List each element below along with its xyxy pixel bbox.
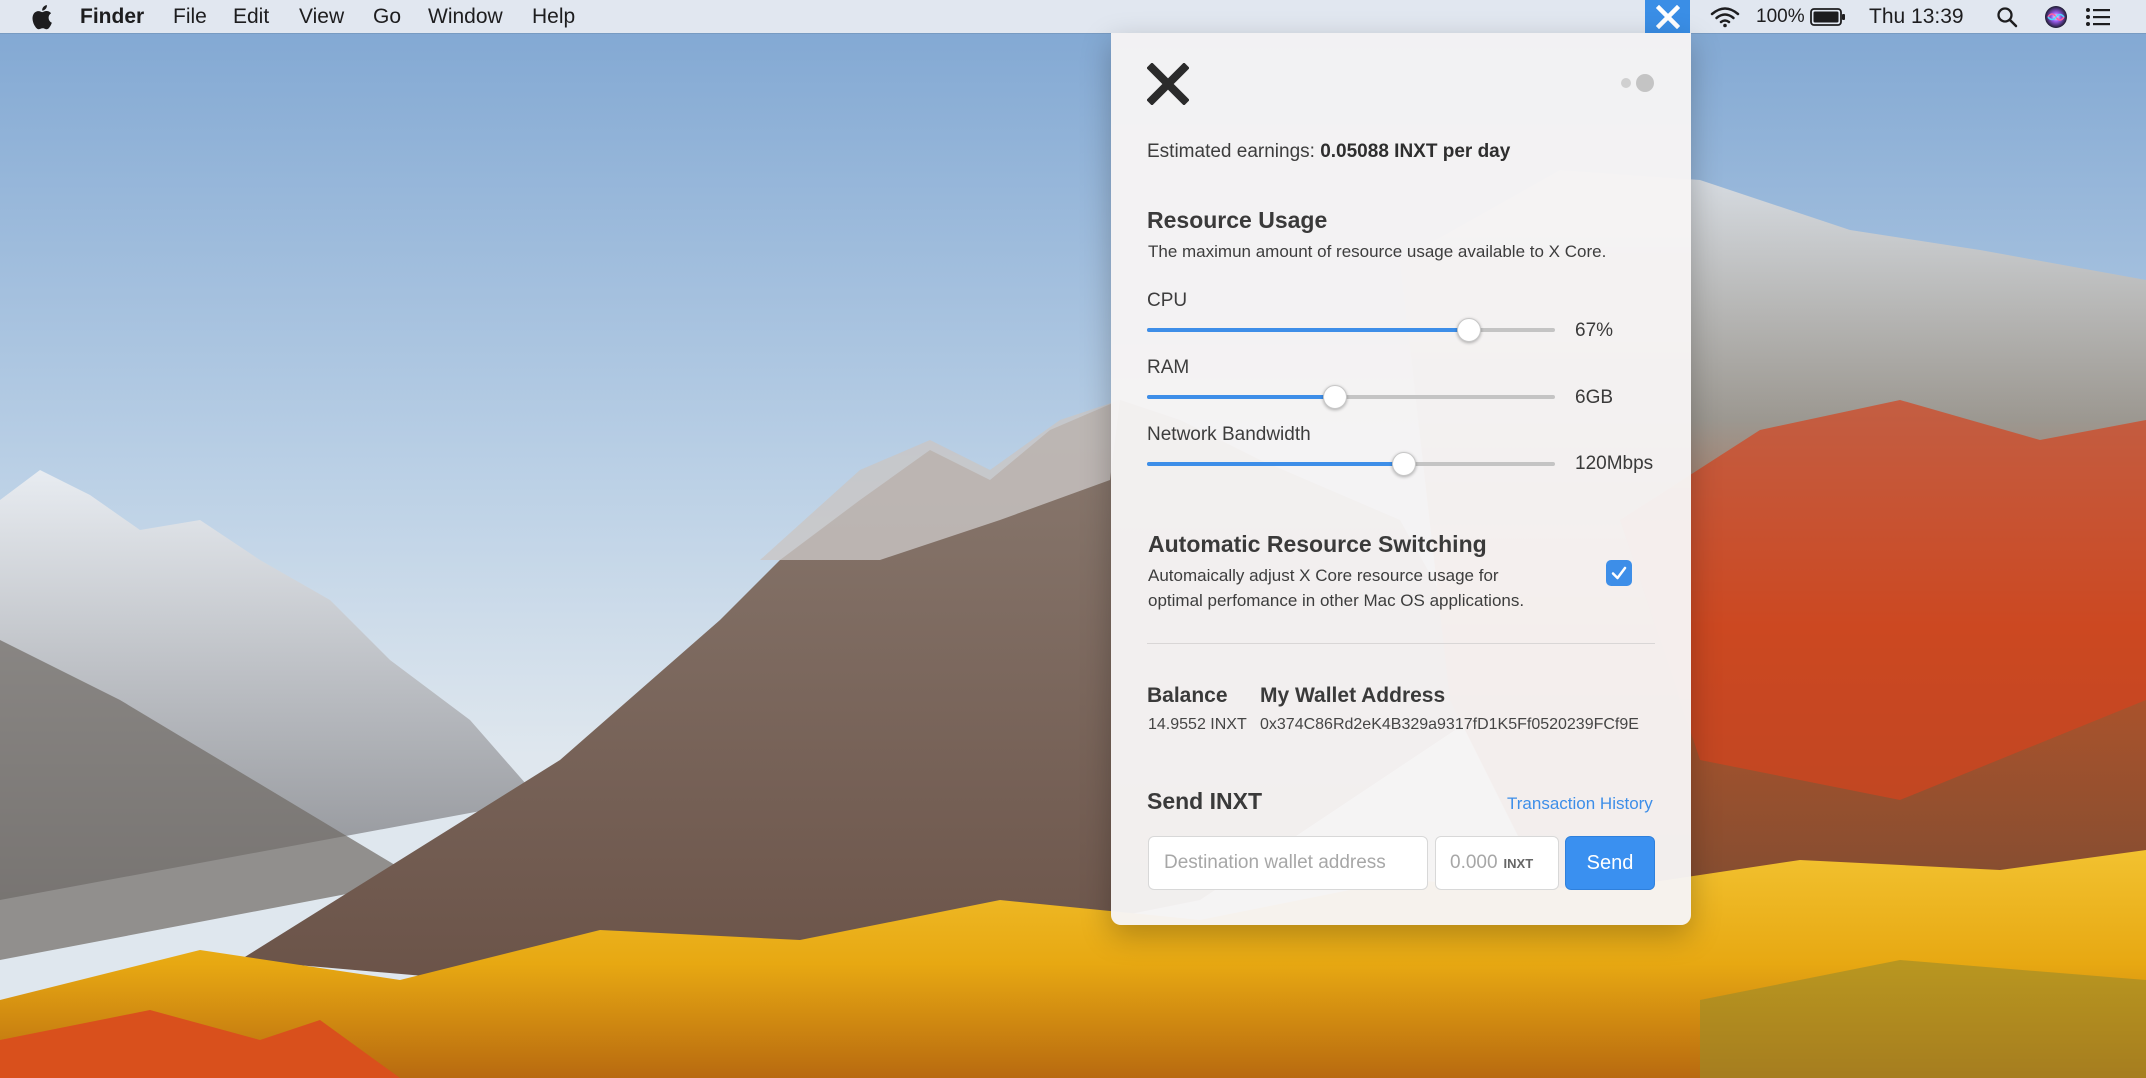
transaction-history-link[interactable]: Transaction History — [1507, 794, 1653, 814]
send-button[interactable]: Send — [1565, 836, 1655, 890]
ram-value: 6GB — [1575, 387, 1614, 408]
battery-icon[interactable] — [1810, 8, 1846, 26]
ram-slider-fill — [1147, 395, 1335, 399]
menu-edit[interactable]: Edit — [233, 4, 269, 30]
auto-switching-description-line2: optimal perfomance in other Mac OS appli… — [1148, 591, 1525, 610]
siri-icon[interactable] — [2044, 5, 2068, 29]
network-bandwidth-slider-thumb[interactable] — [1392, 452, 1417, 476]
earnings-value: 0.05088 INXT per day — [1320, 141, 1511, 162]
x-core-icon — [1655, 4, 1680, 29]
balance-label: Balance — [1147, 684, 1228, 707]
menu-help[interactable]: Help — [532, 4, 575, 30]
wallet-address-label: My Wallet Address — [1260, 684, 1446, 707]
x-core-logo — [1147, 63, 1189, 105]
amount-unit: INXT — [1503, 855, 1534, 871]
search-icon[interactable] — [1996, 6, 2018, 28]
ram-slider[interactable] — [1147, 385, 1555, 409]
cpu-slider-fill — [1147, 328, 1470, 332]
network-bandwidth-slider[interactable] — [1147, 452, 1555, 476]
auto-switching-checkbox[interactable] — [1606, 560, 1632, 586]
destination-wallet-placeholder: Destination wallet address — [1164, 852, 1386, 873]
network-bandwidth-label: Network Bandwidth — [1147, 424, 1311, 445]
send-inxt-title: Send INXT — [1147, 788, 1263, 814]
earnings-label: Estimated earnings: — [1147, 141, 1315, 162]
menu-view[interactable]: View — [299, 4, 344, 30]
resource-usage-description: The maximun amount of resource usage ava… — [1148, 242, 1607, 261]
cpu-slider[interactable] — [1147, 318, 1555, 342]
notification-center-icon[interactable] — [2085, 7, 2111, 27]
cpu-slider-thumb[interactable] — [1457, 318, 1482, 342]
cpu-label: CPU — [1147, 290, 1188, 311]
menu-bar: Finder File Edit View Go Window Help 100… — [0, 0, 2146, 33]
wallet-address-value[interactable]: 0x374C86Rd2eK4B329a9317fD1K5Ff0520239FCf… — [1260, 716, 1639, 734]
x-core-status-button[interactable] — [1645, 0, 1690, 33]
auto-switching-title: Automatic Resource Switching — [1148, 531, 1487, 557]
battery-percent: 100% — [1756, 6, 1805, 27]
settings-toggle-icon[interactable] — [1617, 71, 1657, 95]
resource-usage-title: Resource Usage — [1147, 207, 1328, 233]
network-bandwidth-value: 120Mbps — [1575, 453, 1654, 474]
estimated-earnings: Estimated earnings: 0.05088 INXT per day — [1147, 141, 1510, 163]
desktop-wallpaper — [0, 0, 2146, 1078]
auto-switching-description-line1: Automaically adjust X Core resource usag… — [1148, 566, 1499, 585]
section-divider — [1147, 643, 1655, 644]
menu-file[interactable]: File — [173, 4, 207, 30]
ram-slider-thumb[interactable] — [1322, 385, 1347, 409]
ram-label: RAM — [1147, 357, 1190, 378]
amount-placeholder: 0.000 — [1450, 852, 1498, 873]
checkmark-icon — [1611, 566, 1627, 580]
destination-wallet-input[interactable]: Destination wallet address — [1148, 836, 1428, 890]
menu-go[interactable]: Go — [373, 4, 401, 30]
x-core-popover: Estimated earnings: 0.05088 INXT per day… — [1111, 33, 1691, 925]
menu-finder[interactable]: Finder — [80, 4, 144, 30]
balance-value: 14.9552 INXT — [1148, 716, 1247, 733]
amount-input[interactable]: 0.000 INXT — [1435, 836, 1559, 890]
network-bandwidth-slider-fill — [1147, 462, 1405, 466]
cpu-value: 67% — [1575, 320, 1614, 341]
menubar-clock[interactable]: Thu 13:39 — [1869, 4, 1964, 30]
apple-icon[interactable] — [29, 4, 53, 30]
wifi-icon[interactable] — [1710, 6, 1740, 28]
menu-window[interactable]: Window — [428, 4, 503, 30]
